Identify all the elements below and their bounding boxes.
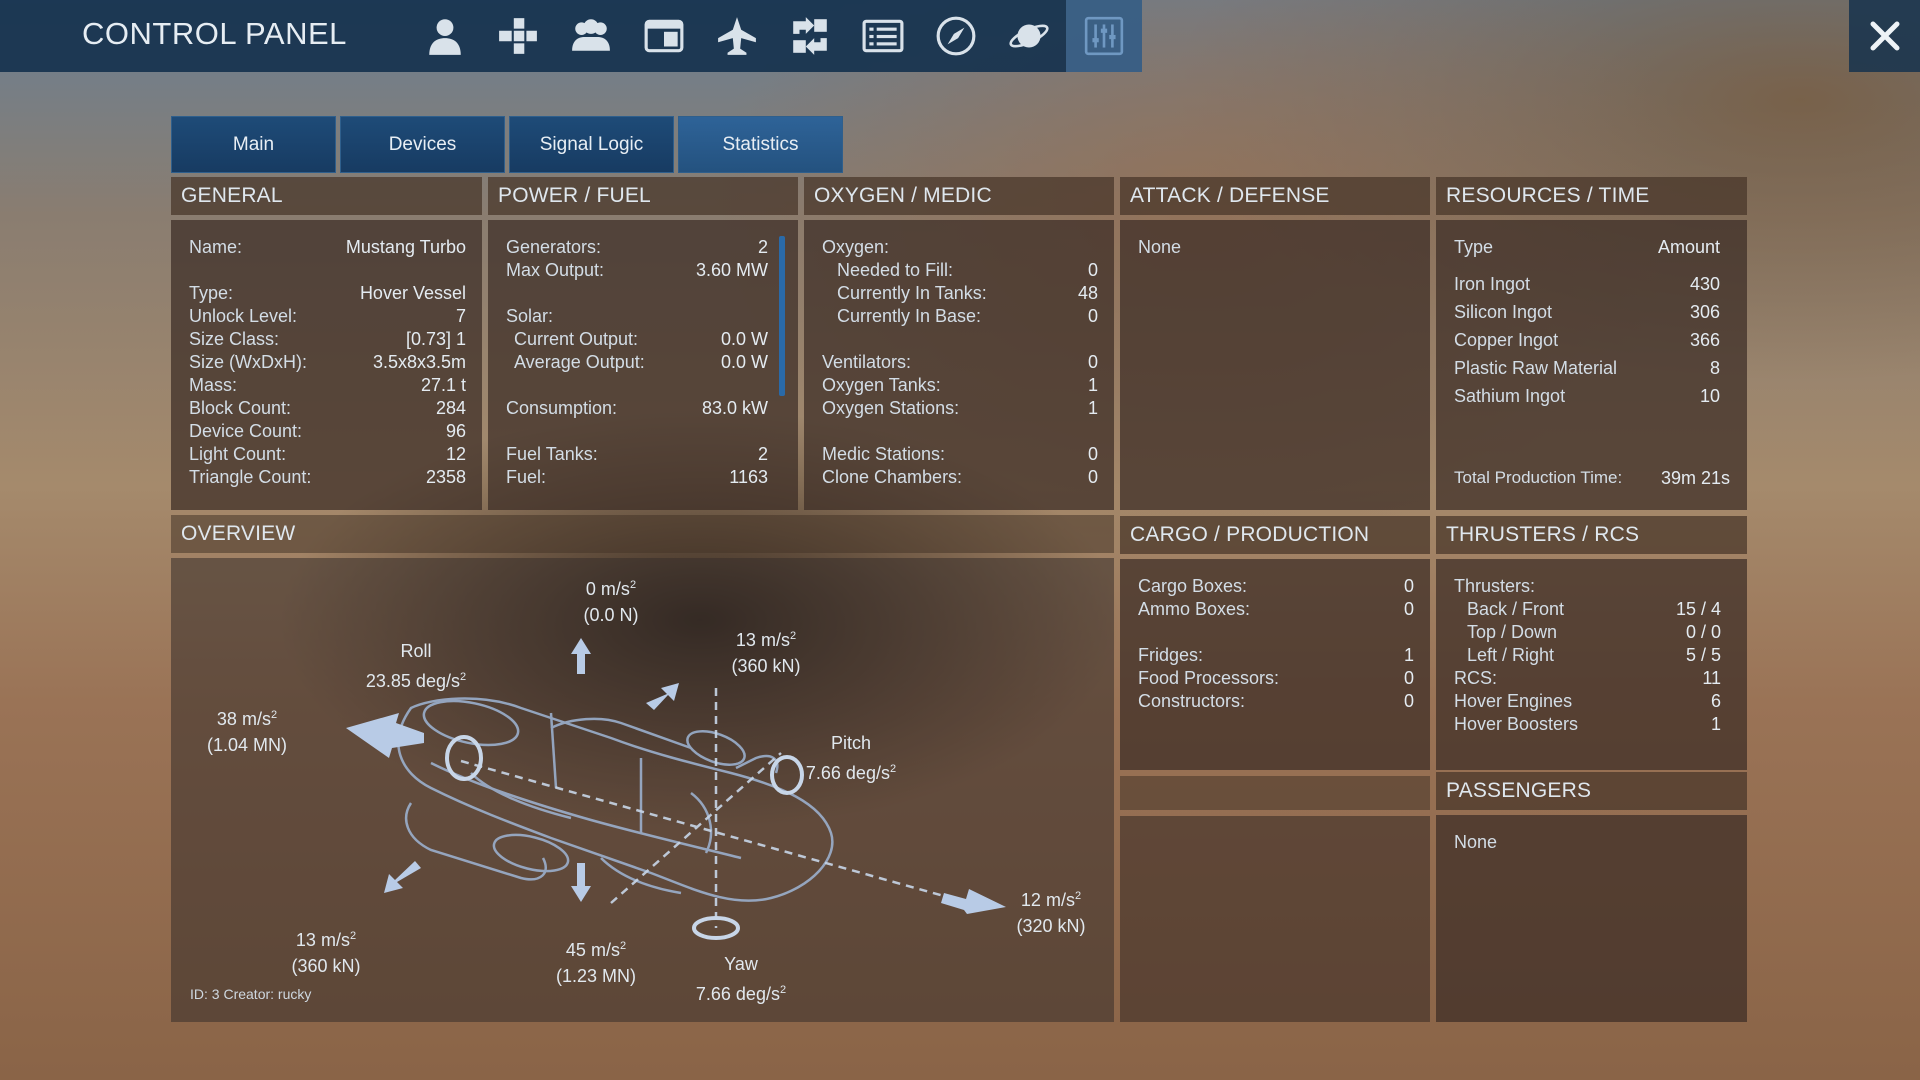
resource-row-copper: Copper Ingot 366: [1454, 330, 1720, 350]
thrusters-row-top-down: Top / Down 0 / 0: [1467, 622, 1721, 642]
general-row-device-count: Device Count: 96: [189, 421, 466, 441]
oxygen-row-clone: Clone Chambers: 0: [822, 467, 1098, 487]
oxygen-row-in-base: Currently In Base: 0: [837, 306, 1098, 326]
attack-none: None: [1138, 237, 1182, 257]
passengers-none: None: [1454, 832, 1498, 852]
power-row-max-output: Max Output: 3.60 MW: [506, 260, 768, 280]
resources-total-time: Total Production Time: 39m 21s: [1454, 468, 1730, 488]
attack-panel: None: [1120, 220, 1430, 510]
resource-row-silicon: Silicon Ingot 306: [1454, 302, 1720, 322]
thrusters-row-hover-boosters: Hover Boosters 1: [1454, 714, 1721, 734]
resources-column-header: Type Amount: [1454, 237, 1720, 257]
oxygen-row-oxygen: Oxygen:: [822, 237, 890, 257]
back-thrust-label: 38 m/s2 (1.04 MN): [206, 709, 287, 755]
oxygen-header: OXYGEN / MEDIC: [804, 177, 1114, 215]
general-row-block-count: Block Count: 284: [189, 398, 466, 418]
empty-header: [1120, 776, 1430, 810]
power-header: POWER / FUEL: [488, 177, 798, 215]
front-thrust-label: 12 m/s2 (320 kN): [1016, 890, 1086, 936]
passengers-header: PASSENGERS: [1436, 772, 1747, 810]
down-thrust-label: 45 m/s2 (1.23 MN): [555, 940, 636, 986]
control-panel-icon[interactable]: [1066, 0, 1142, 72]
power-row-generators: Generators: 2: [506, 237, 768, 257]
thrusters-row-rcs: RCS: 11: [1454, 668, 1721, 688]
up-thrust-label: 0 m/s2 (0.0 N): [583, 579, 639, 625]
cargo-row-ammo-boxes: Ammo Boxes: 0: [1138, 599, 1414, 619]
passengers-panel: None: [1436, 815, 1747, 1022]
planet-icon[interactable]: [993, 0, 1065, 72]
resources-header: RESOURCES / TIME: [1436, 177, 1747, 215]
cargo-header: CARGO / PRODUCTION: [1120, 516, 1430, 554]
pitch-label: Pitch 7.66 deg/s2: [805, 733, 897, 783]
attack-header: ATTACK / DEFENSE: [1120, 177, 1430, 215]
top-bar: CONTROL PANEL: [0, 0, 1142, 72]
faction-icon[interactable]: [555, 0, 627, 72]
oxygen-panel: Oxygen: Needed to Fill: 0 Currently In Ta…: [804, 220, 1114, 510]
left-thrust-label: 13 m/s2 (360 kN): [291, 930, 361, 976]
cargo-row-fridges: Fridges: 1: [1138, 645, 1414, 665]
ship-icon[interactable]: [701, 0, 773, 72]
general-row-triangle-count: Triangle Count: 2358: [189, 467, 466, 487]
general-row-name: Name: Mustang Turbo: [189, 237, 466, 257]
oxygen-row-stations: Oxygen Stations: 1: [822, 398, 1098, 418]
thrusters-row-back-front: Back / Front 15 / 4: [1467, 599, 1721, 619]
resource-row-plastic: Plastic Raw Material 8: [1454, 358, 1720, 378]
overview-header: OVERVIEW: [171, 515, 1114, 553]
player-icon[interactable]: [409, 0, 481, 72]
oxygen-row-tanks: Oxygen Tanks: 1: [822, 375, 1098, 395]
close-icon: [1870, 21, 1899, 51]
close-button[interactable]: [1849, 0, 1920, 72]
cargo-panel: Cargo Boxes: 0 Ammo Boxes: 0 Fridges: 1 Foo…: [1120, 559, 1430, 770]
general-row-size-class: Size Class: [0.73] 1: [189, 329, 466, 349]
resource-row-sathium: Sathium Ingot 10: [1454, 386, 1720, 406]
tab-main[interactable]: Main: [171, 116, 336, 173]
thrusters-row-thrusters: Thrusters:: [1454, 576, 1536, 596]
power-row-current-output: Current Output: 0.0 W: [514, 329, 768, 349]
cargo-row-food-processors: Food Processors: 0: [1138, 668, 1414, 688]
power-scrollbar[interactable]: [779, 236, 785, 396]
general-row-size: Size (WxDxH): 3.5x8x3.5m: [189, 352, 466, 372]
oxygen-row-needed: Needed to Fill: 0: [837, 260, 1098, 280]
thrusters-row-hover-engines: Hover Engines 6: [1454, 691, 1721, 711]
power-panel: Generators: 2 Max Output: 3.60 MW Solar: C…: [488, 220, 798, 510]
list-icon[interactable]: [847, 0, 919, 72]
roll-label: Roll 23.85 deg/s2: [365, 641, 467, 691]
yaw-label: Yaw 7.66 deg/s2: [695, 954, 787, 1004]
thrusters-row-left-right: Left / Right 5 / 5: [1467, 645, 1721, 665]
cargo-row-cargo-boxes: Cargo Boxes: 0: [1138, 576, 1414, 596]
tab-statistics[interactable]: Statistics: [678, 116, 843, 173]
power-row-solar: Solar:: [506, 306, 554, 326]
overview-panel: 0 m/s2 (0.0 N) Roll 23.85 deg/s2 38 m/s2 (1…: [171, 558, 1114, 1022]
power-row-fuel: Fuel: 1163: [506, 467, 768, 487]
oxygen-row-in-tanks: Currently In Tanks: 48: [837, 283, 1098, 303]
general-row-type: Type: Hover Vessel: [189, 283, 466, 303]
power-row-consumption: Consumption: 83.0 kW: [506, 398, 768, 418]
general-row-light-count: Light Count: 12: [189, 444, 466, 464]
window-title: CONTROL PANEL: [82, 16, 347, 51]
resources-panel: Type Amount Iron Ingot 430 Silicon Ingot 30…: [1436, 220, 1747, 510]
cargo-row-constructors: Constructors: 0: [1138, 691, 1414, 711]
general-panel: Name: Mustang Turbo Type: Hover Vessel Unl…: [171, 220, 482, 510]
empty-panel: [1120, 816, 1430, 1022]
tab-devices[interactable]: Devices: [340, 116, 505, 173]
transfer-icon[interactable]: [774, 0, 846, 72]
up-right-thrust-label: 13 m/s2 (360 kN): [731, 630, 801, 676]
resource-row-iron: Iron Ingot 430: [1454, 274, 1720, 294]
power-row-fuel-tanks: Fuel Tanks: 2: [506, 444, 768, 464]
thrusters-panel: Thrusters: Back / Front 15 / 4 Top / Down…: [1436, 559, 1747, 770]
compass-icon[interactable]: [920, 0, 992, 72]
power-row-average-output: Average Output: 0.0 W: [514, 352, 768, 372]
tab-signal-logic[interactable]: Signal Logic: [509, 116, 674, 173]
thrusters-header: THRUSTERS / RCS: [1436, 516, 1747, 554]
general-header: GENERAL: [171, 177, 482, 215]
vessel-id-creator: ID: 3 Creator: rucky: [190, 986, 312, 1002]
oxygen-row-medic: Medic Stations: 0: [822, 444, 1098, 464]
general-row-mass: Mass: 27.1 t: [189, 375, 466, 395]
registry-icon[interactable]: [628, 0, 700, 72]
oxygen-row-ventilators: Ventilators: 0: [822, 352, 1098, 372]
general-row-unlock: Unlock Level: 7: [189, 306, 466, 326]
structure-tree-icon[interactable]: [482, 0, 554, 72]
